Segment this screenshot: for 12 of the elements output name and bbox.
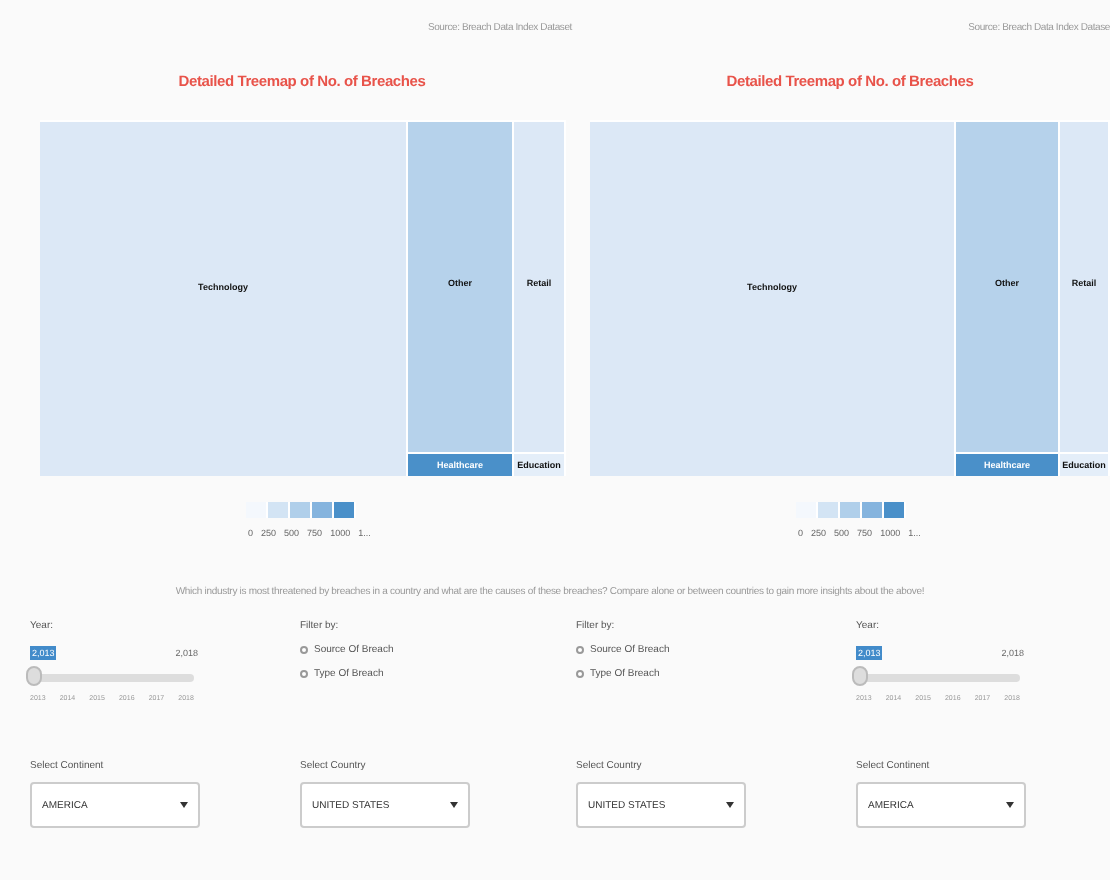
caret-icon [1006,802,1014,808]
caret-icon [180,802,188,808]
color-scale-bar [246,502,356,518]
radio-button[interactable] [576,646,584,654]
radio-button[interactable] [300,646,308,654]
caret-icon [450,802,458,808]
caret-icon [726,802,734,808]
radio-button[interactable] [300,670,308,678]
slider-thumb[interactable] [852,666,868,686]
slider-thumb[interactable] [26,666,42,686]
radio-button[interactable] [576,670,584,678]
color-scale-bar [796,502,906,518]
